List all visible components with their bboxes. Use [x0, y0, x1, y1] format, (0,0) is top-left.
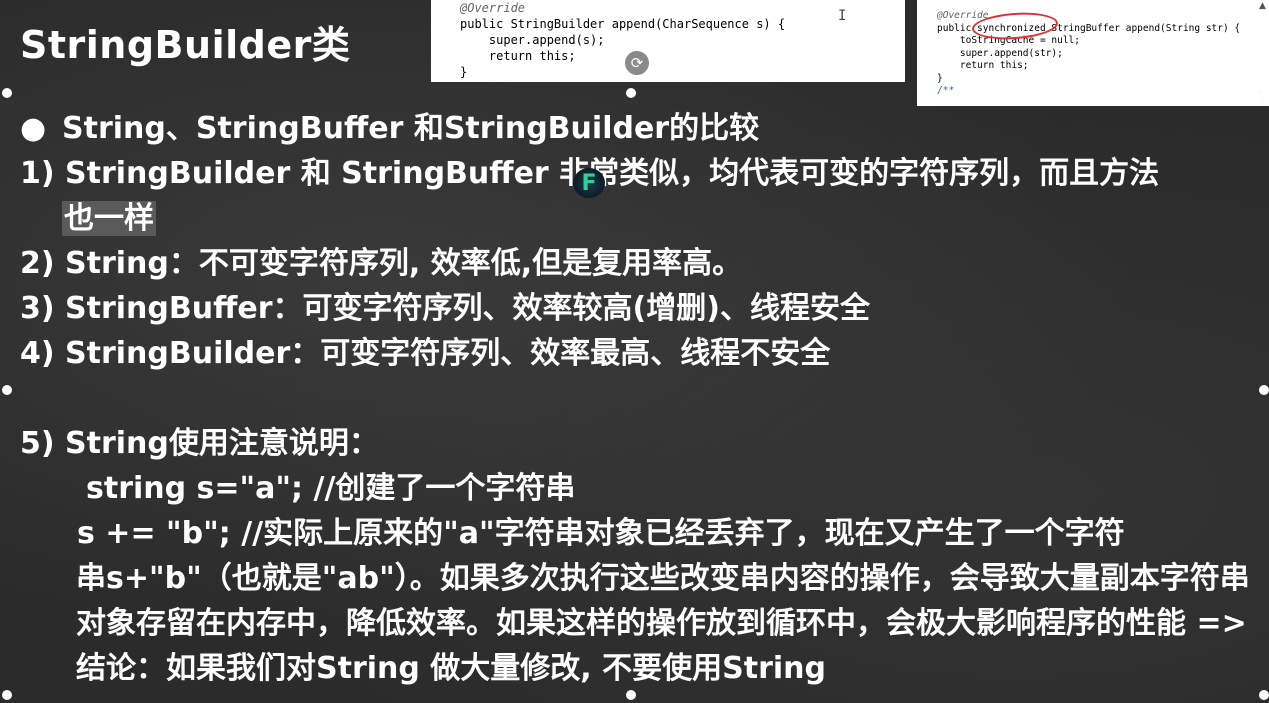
slide-title: StringBuilder类: [20, 23, 351, 67]
code-line: /**: [937, 85, 955, 96]
item-3: 3) StringBuffer：可变字符序列、效率较高(增删)、线程安全: [20, 291, 870, 326]
item-1: 1) StringBuilder 和 StringBuffer 非常类似，均代表…: [20, 156, 1160, 191]
item-4: 4) StringBuilder：可变字符序列、效率最高、线程不安全: [20, 336, 831, 371]
item-5: 5) String使用注意说明：: [20, 426, 379, 461]
resize-handle[interactable]: [626, 88, 636, 98]
scroll-up-icon[interactable]: ▲: [1259, 1, 1266, 11]
selected-text: 也一样: [62, 201, 156, 236]
code-line: super.append(str);: [937, 47, 1063, 59]
item-2: 2) String：不可变字符序列, 效率低,但是复用率高。: [20, 246, 743, 281]
resize-handle[interactable]: [2, 385, 12, 395]
bullet-item: ● String、StringBuffer 和StringBuilder的比较: [20, 106, 1255, 151]
resize-handle[interactable]: [1259, 88, 1269, 98]
bullet-icon: ●: [20, 111, 47, 146]
resize-handle[interactable]: [2, 690, 12, 700]
resize-handle[interactable]: [1259, 385, 1269, 395]
code-snippet-stringbuffer: @Override public synchronized StringBuff…: [917, 0, 1269, 106]
code-line: return this;: [460, 49, 576, 63]
item-1-continued: 也一样: [20, 196, 1255, 241]
code-line: }: [460, 65, 468, 79]
mouse-cursor-icon: F: [573, 168, 605, 198]
bullet-text: String、StringBuffer 和StringBuilder的比较: [62, 111, 760, 146]
resize-handle[interactable]: [626, 690, 636, 700]
text-cursor-icon: I: [838, 8, 847, 24]
code-example-1: string s="a"; //创建了一个字符串: [86, 471, 576, 506]
code-line: return this;: [937, 60, 1029, 71]
code-line: super.append(s);: [460, 33, 605, 47]
code-snippet-stringbuilder: @Override public StringBuilder append(Ch…: [431, 0, 905, 82]
explanation-paragraph: 串s+"b"（也就是"ab"）。如果多次执行这些改变串内容的操作，会导致大量副本…: [76, 561, 1250, 686]
code-example-2: s += "b"; //实际上原来的"a"字符串对象已经丢弃了，现在又产生了一个…: [77, 516, 1125, 551]
resize-handle[interactable]: [1259, 690, 1269, 700]
resize-handle[interactable]: [2, 88, 12, 98]
slide-content[interactable]: ● String、StringBuffer 和StringBuilder的比较 1…: [20, 106, 1255, 691]
rotate-icon[interactable]: ⟳: [625, 51, 649, 75]
code-line: }: [937, 72, 943, 84]
